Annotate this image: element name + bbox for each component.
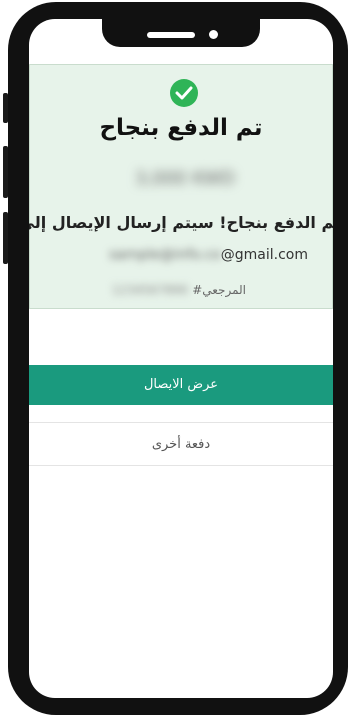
phone-notch	[102, 19, 260, 47]
reference-masked: 1234567890	[111, 283, 189, 297]
divider	[29, 465, 333, 466]
another-payment-button[interactable]: دفعة أخرى	[29, 425, 333, 465]
view-receipt-button[interactable]: عرض الايصال	[29, 365, 333, 405]
divider	[29, 422, 333, 423]
check-circle-icon	[170, 79, 198, 107]
reference-label: المرجعي#	[192, 283, 246, 297]
phone-frame: تم الدفع بنجاح 3,000 KWD تم الدفع بنجاح!…	[8, 2, 348, 715]
success-title: تم الدفع بنجاح	[99, 115, 263, 141]
email-masked: sample@info.co	[109, 247, 221, 263]
receipt-message: تم الدفع بنجاح! سيتم إرسال الإيصال إلى:	[29, 213, 333, 232]
email-domain: @gmail.com	[220, 247, 308, 263]
payment-success-panel: تم الدفع بنجاح 3,000 KWD تم الدفع بنجاح!…	[29, 64, 333, 309]
speaker-icon	[147, 32, 195, 38]
phone-screen: تم الدفع بنجاح 3,000 KWD تم الدفع بنجاح!…	[29, 19, 333, 698]
camera-icon	[209, 30, 218, 39]
reference-number: المرجعي#1234567890	[112, 283, 246, 297]
receipt-email: sample@info.co@gmail.com	[109, 247, 308, 263]
payment-amount: 3,000 KWD	[134, 168, 236, 189]
